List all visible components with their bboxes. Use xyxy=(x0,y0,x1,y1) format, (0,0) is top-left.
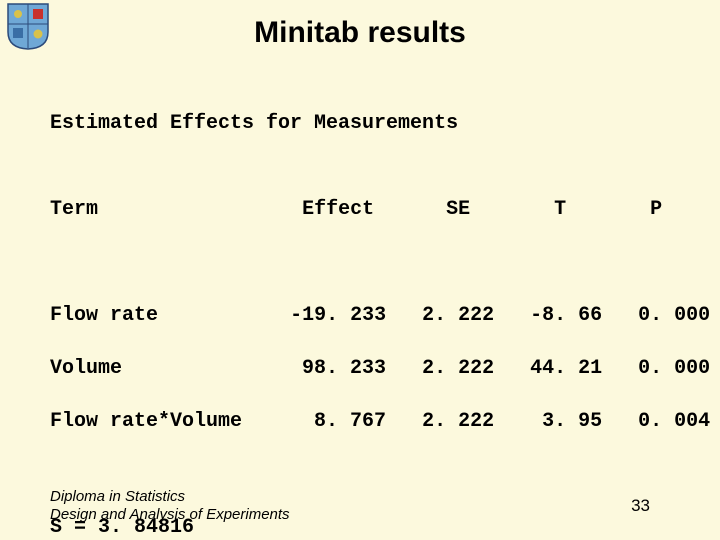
cell-p: 0. 000 xyxy=(638,304,710,327)
cell-p: 0. 004 xyxy=(638,410,710,433)
col-t: T xyxy=(554,198,566,221)
cell-t: 44. 21 xyxy=(530,357,602,380)
cell-term: Volume xyxy=(50,357,122,380)
col-term: Term xyxy=(50,198,98,221)
col-effect: Effect xyxy=(302,198,374,221)
table-row: Volume 98. 233 2. 222 44. 21 0. 000 xyxy=(50,354,710,384)
col-se: SE xyxy=(446,198,470,221)
table-header-row: Term Effect SE T P xyxy=(50,195,710,225)
cell-term: Flow rate*Volume xyxy=(50,410,242,433)
page-number: 33 xyxy=(631,496,650,516)
footer-line2: Design and Analysis of Experiments xyxy=(50,506,290,524)
cell-p: 0. 000 xyxy=(638,357,710,380)
cell-t: 3. 95 xyxy=(542,410,602,433)
cell-effect: 98. 233 xyxy=(302,357,386,380)
cell-se: 2. 222 xyxy=(422,304,494,327)
cell-term: Flow rate xyxy=(50,304,158,327)
crest-logo xyxy=(6,2,50,50)
page-title: Minitab results xyxy=(0,0,720,50)
cell-effect: -19. 233 xyxy=(290,304,386,327)
table-row: Flow rate*Volume 8. 767 2. 222 3. 95 0. … xyxy=(50,407,710,437)
slide-footer: Diploma in Statistics Design and Analysi… xyxy=(50,488,290,524)
effects-table: Term Effect SE T P Flow rate -19. 233 2.… xyxy=(50,172,710,540)
table-row: Flow rate -19. 233 2. 222 -8. 66 0. 000 xyxy=(50,301,710,331)
footer-line1: Diploma in Statistics xyxy=(50,488,290,506)
cell-se: 2. 222 xyxy=(422,410,494,433)
cell-t: -8. 66 xyxy=(530,304,602,327)
section-heading: Estimated Effects for Measurements xyxy=(50,112,458,135)
cell-effect: 8. 767 xyxy=(314,410,386,433)
cell-se: 2. 222 xyxy=(422,357,494,380)
col-p: P xyxy=(650,198,662,221)
